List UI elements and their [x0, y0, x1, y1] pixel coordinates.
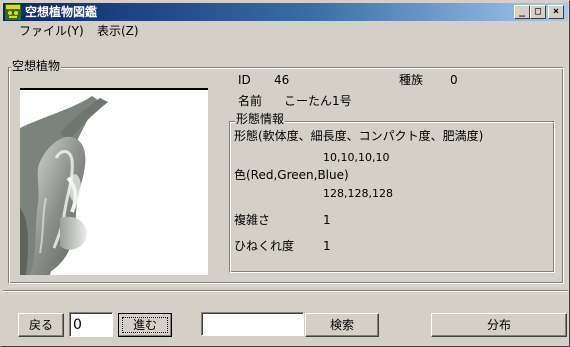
search-input[interactable]	[202, 313, 303, 335]
color-value: 128,128,128	[323, 187, 393, 200]
minimize-icon: _	[518, 6, 526, 17]
id-label: ID	[238, 73, 251, 87]
distribution-button[interactable]: 分布	[431, 313, 567, 337]
minimize-button[interactable]: _	[514, 5, 530, 19]
menu-file[interactable]: ファイル(Y)	[19, 24, 84, 38]
plant-group-label: 空想植物	[11, 59, 62, 73]
window-title: 空想植物図鑑	[25, 5, 98, 19]
forward-button[interactable]: 進む	[118, 313, 172, 337]
back-button-label: 戻る	[28, 318, 53, 332]
form-value: 10,10,10,10	[323, 151, 390, 164]
search-button[interactable]: 検索	[305, 313, 379, 337]
twist-label: ひねくれ度	[234, 239, 295, 253]
maximize-icon: □	[534, 6, 542, 17]
complexity-label: 複雑さ	[234, 213, 271, 227]
plant-image	[20, 88, 208, 275]
close-icon: ×	[552, 6, 560, 17]
name-value: こーたん1号	[284, 94, 352, 108]
menu-view[interactable]: 表示(Z)	[97, 24, 139, 38]
species-value: 0	[450, 73, 458, 87]
twist-value: 1	[323, 239, 331, 253]
page-number-input[interactable]	[70, 313, 112, 336]
search-field[interactable]	[201, 312, 304, 336]
form-label: 形態(軟体度、細長度、コンパクト度、肥満度)	[234, 129, 484, 143]
plant-render	[20, 96, 108, 275]
search-button-label: 検索	[329, 318, 354, 332]
back-button[interactable]: 戻る	[18, 313, 64, 337]
distribution-button-label: 分布	[486, 318, 511, 332]
id-value: 46	[274, 73, 290, 87]
footer-separator	[3, 290, 568, 292]
close-button[interactable]: ×	[548, 5, 564, 19]
maximize-button[interactable]: □	[530, 5, 546, 19]
species-label: 種族	[399, 73, 424, 87]
color-label: 色(Red,Green,Blue)	[234, 168, 349, 182]
name-label: 名前	[238, 94, 263, 108]
app-icon	[5, 4, 21, 20]
page-number-field[interactable]	[69, 312, 113, 337]
title-bar[interactable]: 空想植物図鑑 _ □ ×	[3, 3, 568, 21]
complexity-value: 1	[323, 213, 331, 227]
focus-rect	[122, 317, 168, 333]
morphology-group-label: 形態情報	[235, 112, 286, 126]
menu-bar: ファイル(Y) 表示(Z)	[3, 22, 568, 40]
image-top-border	[20, 88, 208, 90]
app-window: 空想植物図鑑 _ □ × ファイル(Y) 表示(Z) 空想植物 ID 46 種族…	[0, 0, 570, 347]
